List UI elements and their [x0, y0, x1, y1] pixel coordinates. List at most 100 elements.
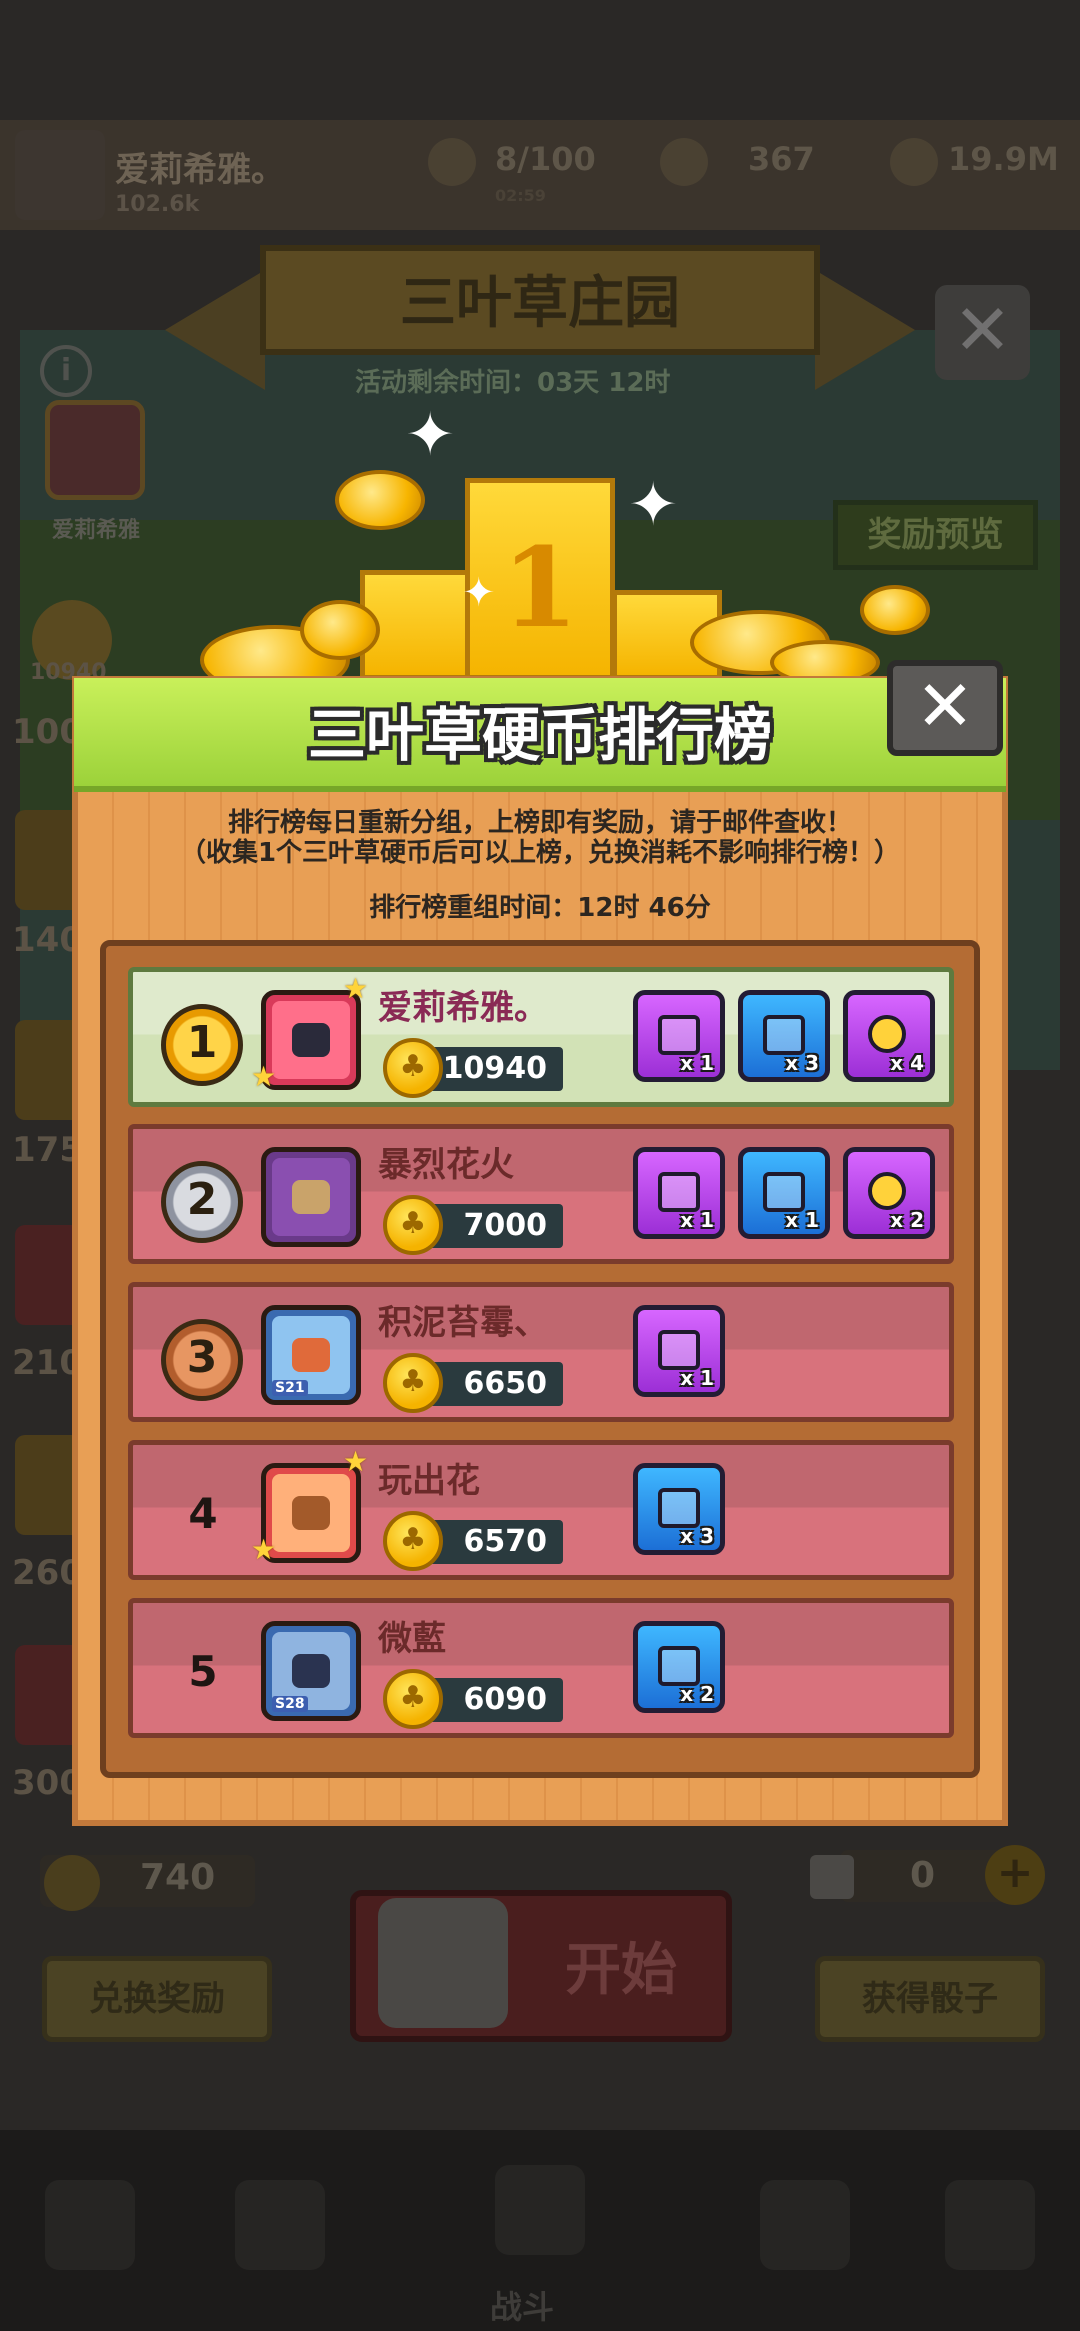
nav-shop-icon[interactable]	[45, 2180, 135, 2270]
game-screen: 爱莉希雅。 102.6k 8/100 02:59 367 19.9M 三叶草庄园…	[0, 0, 1080, 2331]
gold-coin-icon	[860, 585, 930, 635]
avatar[interactable]: S28	[261, 1621, 361, 1721]
key-icon	[868, 1172, 906, 1210]
reward-blue-chest[interactable]: x 3	[738, 990, 830, 1082]
star-icon: ★	[251, 1533, 277, 1566]
player-name: 暴烈花火	[378, 1145, 514, 1185]
clover-coin-icon	[44, 1855, 100, 1911]
reward-quantity: x 1	[680, 1051, 714, 1075]
start-label: 开始	[565, 1938, 677, 2003]
nav-map-icon[interactable]	[945, 2180, 1035, 2270]
reward-quantity: x 2	[680, 1682, 714, 1706]
prev-arrow-icon[interactable]	[165, 270, 265, 390]
reward-blue-chest[interactable]: x 1	[738, 1147, 830, 1239]
bronze-medal-icon: 3	[161, 1319, 243, 1401]
avatar[interactable]: S21	[261, 1305, 361, 1405]
reward-quantity: x 2	[890, 1208, 924, 1232]
ranking-row[interactable]: 2 暴烈花火 7000 ♣ x 1 x 1 x 2	[128, 1124, 954, 1264]
event-timer: 活动剩余时间：03天 12时	[355, 368, 671, 398]
reward-purple-chest[interactable]: x 1	[633, 1147, 725, 1239]
rank-number: 5	[188, 1647, 218, 1696]
energy-stat: 8/100	[495, 140, 596, 178]
gem-icon	[660, 138, 708, 186]
nav-hero-icon[interactable]	[235, 2180, 325, 2270]
ranking-row[interactable]: 3 S21 积泥苔霉、 6650 ♣ x 1	[128, 1282, 954, 1422]
star-icon: ★	[343, 972, 369, 1005]
chest-icon	[763, 1172, 805, 1212]
add-dice-button[interactable]: +	[985, 1845, 1045, 1905]
next-arrow-icon[interactable]	[815, 270, 915, 390]
gem-stat: 367	[748, 140, 815, 178]
season-badge: S21	[272, 1380, 308, 1396]
reward-preview-button[interactable]: 奖励预览	[833, 500, 1038, 570]
clover-coin-count: 740	[140, 1857, 216, 1898]
nav-guild-icon[interactable]	[760, 2180, 850, 2270]
event-player-name: 爱莉希雅	[52, 518, 141, 543]
avatar[interactable]	[261, 1147, 361, 1247]
clover-coin-icon: ♣	[383, 1353, 443, 1413]
star-icon: ★	[251, 1060, 277, 1093]
reward-quantity: x 1	[680, 1208, 714, 1232]
exchange-reward-button[interactable]: 兑换奖励	[42, 1956, 272, 2042]
reward-quantity: x 3	[785, 1051, 819, 1075]
rank-number: 4	[188, 1489, 218, 1538]
close-button[interactable]: ✕	[887, 660, 1003, 756]
gem-chest-icon	[658, 1015, 700, 1055]
reward-gold-key[interactable]: x 4	[843, 990, 935, 1082]
chest-icon	[763, 1015, 805, 1055]
ranking-row[interactable]: 4 ★ ★ 玩出花 6570 ♣ x 3	[128, 1440, 954, 1580]
player-name: 积泥苔霉、	[378, 1303, 548, 1343]
reward-quantity: x 4	[890, 1051, 924, 1075]
chest-icon	[658, 1330, 700, 1370]
event-player-avatar[interactable]	[45, 400, 145, 500]
reward-purple-gem-chest[interactable]: x 1	[633, 990, 725, 1082]
reward-blue-chest[interactable]: x 2	[633, 1621, 725, 1713]
info-icon[interactable]: i	[40, 345, 92, 397]
sparkle-icon: ✦	[628, 470, 679, 540]
event-title: 三叶草庄园	[400, 271, 680, 336]
player-name: 爱莉希雅。	[378, 988, 548, 1028]
dice-big-icon	[378, 1898, 508, 2028]
star-icon: ★	[343, 1445, 369, 1478]
clover-coin-icon: ♣	[383, 1038, 443, 1098]
chest-icon	[658, 1172, 700, 1212]
gold-medal-icon: 1	[161, 1004, 243, 1086]
leaderboard-title: 三叶草硬币排行榜	[307, 701, 772, 769]
reward-quantity: x 3	[680, 1524, 714, 1548]
key-icon	[868, 1015, 906, 1053]
energy-icon	[428, 138, 476, 186]
nav-battle-label: 战斗	[490, 2288, 555, 2326]
chest-icon	[658, 1646, 700, 1686]
player-name: 微藍	[378, 1619, 446, 1659]
reward-blue-chest[interactable]: x 3	[633, 1463, 725, 1555]
player-name: 玩出花	[378, 1461, 480, 1501]
player-avatar[interactable]	[15, 130, 105, 220]
silver-medal-icon: 2	[161, 1161, 243, 1243]
chest-icon	[658, 1488, 700, 1528]
gold-icon	[890, 138, 938, 186]
reward-quantity: x 1	[785, 1208, 819, 1232]
clover-coin-icon: ♣	[383, 1195, 443, 1255]
reset-time: 排行榜重组时间：12时 46分	[369, 893, 711, 923]
gold-coin-icon	[335, 470, 425, 530]
reward-purple-chest[interactable]: x 1	[633, 1305, 725, 1397]
gold-stat: 19.9M	[948, 140, 1059, 178]
player-power: 102.6k	[115, 192, 200, 217]
notice-line-2: （收集1个三叶草硬币后可以上榜，兑换消耗不影响排行榜！）	[179, 838, 901, 868]
clover-coin-icon: ♣	[383, 1669, 443, 1729]
ranking-row[interactable]: 1 ★ ★ 爱莉希雅。 10940 ♣ x 1 x 3 x 4	[128, 967, 954, 1107]
energy-timer: 02:59	[495, 186, 546, 205]
nav-battle-icon[interactable]	[495, 2165, 585, 2255]
dice-icon	[810, 1855, 854, 1899]
ranking-row[interactable]: 5 S28 微藍 6090 ♣ x 2	[128, 1598, 954, 1738]
close-icon: ✕	[915, 665, 975, 747]
sparkle-icon: ✦	[462, 570, 496, 616]
get-dice-button[interactable]: 获得骰子	[815, 1956, 1045, 2042]
season-badge: S28	[272, 1696, 308, 1712]
reward-gold-key[interactable]: x 2	[843, 1147, 935, 1239]
gold-coin-icon	[300, 600, 380, 660]
sparkle-icon: ✦	[405, 400, 456, 470]
reward-quantity: x 1	[680, 1366, 714, 1390]
player-name: 爱莉希雅。	[115, 150, 285, 190]
event-close-button[interactable]: ✕	[935, 285, 1030, 380]
